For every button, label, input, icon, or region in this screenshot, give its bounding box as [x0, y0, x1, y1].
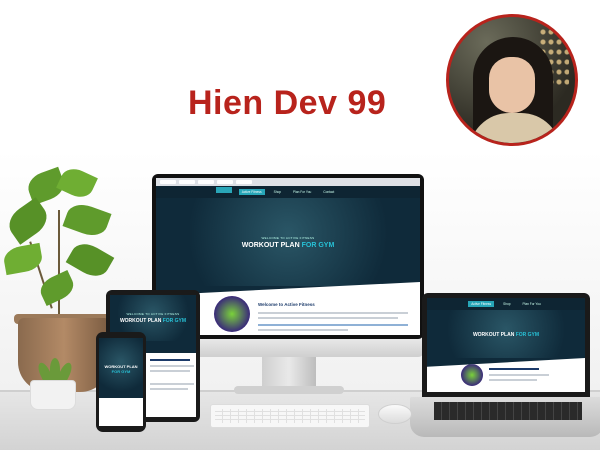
hero-title-main: WORKOUT PLAN — [241, 241, 300, 249]
text-line — [258, 317, 398, 319]
page-title: Hien Dev 99 — [188, 84, 387, 122]
mockup-canvas: Hien Dev 99 Active Fitness Shop Plan For… — [0, 0, 600, 450]
avatar — [446, 14, 578, 146]
phone-hero-title: WORKOUT PLAN FOR GYM — [104, 364, 137, 374]
keyboard-keys — [215, 409, 365, 423]
site-navbar: Active Fitness Shop Plan For You Contact — [156, 186, 420, 198]
laptop-navbar: Active Fitness Shop Plan For You — [427, 298, 585, 310]
intro-image — [214, 296, 250, 332]
laptop-hero-title-accent: FOR GYM — [515, 332, 540, 338]
text-line — [258, 329, 348, 331]
browser-tab[interactable] — [198, 180, 214, 184]
monitor-stand — [262, 357, 316, 389]
laptop-hero: WORKOUT PLAN FOR GYM — [427, 310, 585, 358]
hero-title-accent: FOR GYM — [301, 241, 335, 249]
browser-tab[interactable] — [217, 180, 233, 184]
laptop-nav-item-plan[interactable]: Plan For You — [520, 301, 544, 307]
browser-tab-bar — [156, 178, 420, 186]
tablet-hero-title: WORKOUT PLAN FOR GYM — [120, 318, 186, 324]
text-line — [150, 388, 188, 390]
succulent-pot — [30, 380, 76, 410]
browser-tab[interactable] — [179, 180, 195, 184]
nav-item-active-fitness[interactable]: Active Fitness — [238, 189, 265, 195]
nav-item-shop[interactable]: Shop — [271, 189, 284, 195]
laptop-nav-item-active-fitness[interactable]: Active Fitness — [468, 301, 495, 307]
laptop-hero-title: WORKOUT PLAN FOR GYM — [473, 332, 539, 338]
hero-section: WELCOME TO ACTIVE FITNESS WORKOUT PLAN F… — [156, 198, 420, 286]
phone-screen: WORKOUT PLAN FOR GYM — [99, 338, 143, 426]
text-line — [150, 370, 190, 372]
nav-item-plan[interactable]: Plan For You — [290, 189, 314, 195]
laptop-intro — [427, 358, 585, 392]
phone-hero-title-accent: FOR GYM — [111, 369, 131, 374]
phone-hero: WORKOUT PLAN FOR GYM — [99, 338, 143, 398]
text-line — [489, 374, 549, 376]
laptop-keyboard — [434, 402, 582, 420]
browser-tab[interactable] — [236, 180, 252, 184]
laptop-nav-item-shop[interactable]: Shop — [500, 301, 513, 307]
avatar-face — [489, 57, 535, 113]
text-line — [150, 383, 194, 385]
phone-device: WORKOUT PLAN FOR GYM — [96, 332, 146, 432]
text-line — [150, 359, 190, 361]
tablet-hero-subtitle: WELCOME TO ACTIVE FITNESS — [126, 312, 180, 316]
hero-subtitle: WELCOME TO ACTIVE FITNESS — [261, 235, 315, 240]
text-line — [489, 379, 537, 381]
text-line — [258, 312, 408, 314]
tablet-hero-title-accent: FOR GYM — [162, 318, 187, 324]
nav-item-contact[interactable]: Contact — [320, 189, 337, 195]
site-logo[interactable] — [216, 187, 232, 193]
text-line — [489, 368, 539, 370]
keyboard-icon — [210, 404, 370, 428]
laptop-device: Active Fitness Shop Plan For You WORKOUT… — [422, 293, 590, 397]
browser-tab[interactable] — [160, 180, 176, 184]
monitor-foot — [234, 386, 344, 394]
laptop-screen: Active Fitness Shop Plan For You WORKOUT… — [427, 298, 585, 392]
phone-intro — [99, 398, 143, 426]
text-line — [150, 365, 194, 367]
laptop-intro-image — [461, 364, 483, 386]
tablet-hero-title-main: WORKOUT PLAN — [119, 318, 162, 324]
intro-heading: Welcome to Active Fitness — [258, 302, 315, 307]
mouse-icon — [378, 404, 412, 424]
hero-title: WORKOUT PLAN FOR GYM — [242, 242, 335, 249]
text-line — [258, 324, 408, 326]
laptop-hero-title-main: WORKOUT PLAN — [472, 332, 515, 338]
